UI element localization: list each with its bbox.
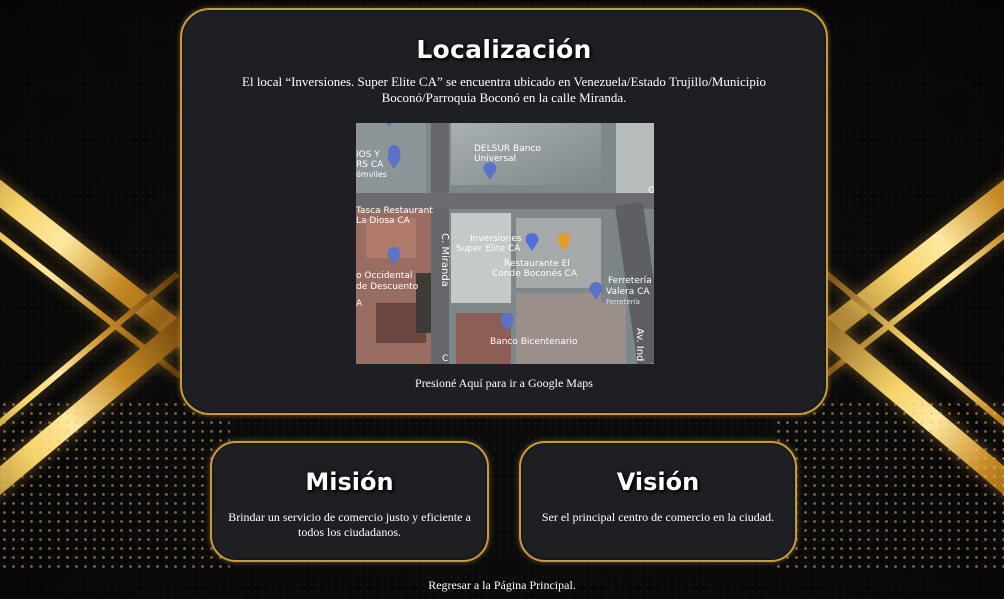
map-poi-label: Universal <box>474 154 516 164</box>
map-poi-label: Restaurante El <box>504 259 570 269</box>
map-poi-label: A <box>356 299 363 309</box>
map-poi-label: Super Elite CA <box>456 244 521 254</box>
map-poi-label: Valera CA <box>606 287 650 297</box>
vision-panel: Visión Ser el principal centro de comerc… <box>519 441 797 562</box>
map-street-label: C. Miranda <box>439 233 450 287</box>
location-panel: Localización El local “Inversiones. Supe… <box>180 8 828 415</box>
map-poi-label: Tasca Restaurant <box>356 206 433 216</box>
map-poi-label: Ferretería <box>606 298 640 306</box>
map-poi-label: La Diosa CA <box>356 216 411 226</box>
map-poi-label: Banco Bicentenario <box>490 337 578 347</box>
map-street-label: G <box>648 186 654 196</box>
location-title: Localización <box>416 35 592 64</box>
mission-text: Brindar un servicio de comercio justo y … <box>228 510 471 539</box>
google-maps-link[interactable]: Presioné Aquí para ir a Google Maps <box>182 376 826 391</box>
vision-text: Ser el principal centro de comercio en l… <box>541 510 775 524</box>
mission-title: Misión <box>305 468 394 496</box>
map-street-label: Av. Ind <box>634 328 645 361</box>
location-description: El local “Inversiones. Super Elite CA” s… <box>242 74 766 105</box>
map-poi-label: Inversiones <box>470 234 522 244</box>
map-poi-label: IOS Y <box>356 150 380 160</box>
map-poi-label: de Descuento <box>356 282 419 292</box>
map-poi-label: o Occidental <box>356 271 412 281</box>
back-to-home-link[interactable]: Regresar a la Página Principal. <box>0 578 1004 593</box>
satellite-map: C. Miranda Av. Ind C G IOS Y RS CA ómvil… <box>356 123 654 364</box>
map-poi-label: Conde Boconés CA <box>492 268 578 279</box>
gold-dots <box>0 400 230 570</box>
mission-panel: Misión Brindar un servicio de comercio j… <box>210 441 489 562</box>
map-poi-label: ómviles <box>356 169 387 179</box>
map-poi-label: Ferretería <box>608 276 652 286</box>
gold-dots <box>774 400 1004 570</box>
map-image[interactable]: C. Miranda Av. Ind C G IOS Y RS CA ómvil… <box>356 123 654 364</box>
vision-title: Visión <box>616 468 700 496</box>
map-street-label: C <box>442 354 448 364</box>
map-poi-label: RS CA <box>356 160 384 170</box>
map-poi-label: DELSUR Banco <box>474 144 541 154</box>
